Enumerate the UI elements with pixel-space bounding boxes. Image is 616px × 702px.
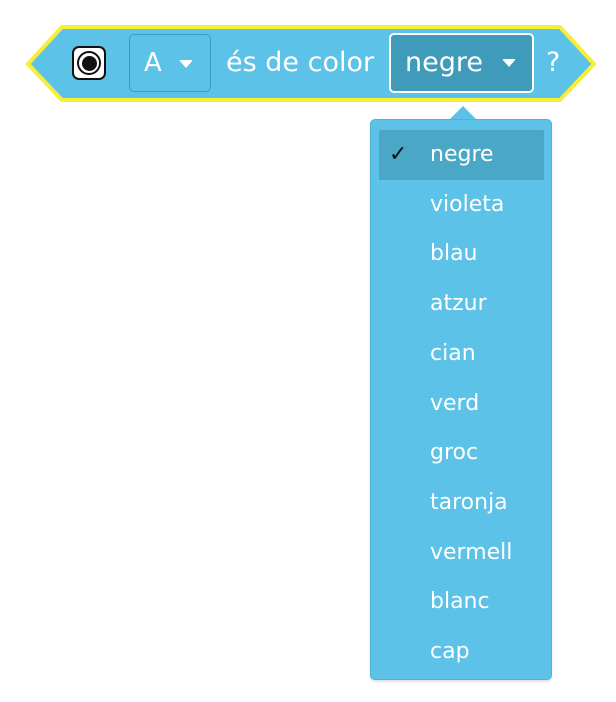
color-sensor-icon bbox=[72, 46, 106, 80]
menu-item-blau[interactable]: blau bbox=[379, 229, 544, 279]
block-label: és de color bbox=[226, 47, 375, 78]
menu-item-negre[interactable]: ✓ negre bbox=[379, 130, 544, 180]
menu-item-label: blau bbox=[430, 241, 478, 267]
menu-item-label: violeta bbox=[430, 191, 505, 217]
color-sensor-block[interactable]: A és de color negre ? bbox=[0, 22, 616, 106]
menu-item-blanc[interactable]: blanc bbox=[379, 577, 544, 627]
menu-item-groc[interactable]: groc bbox=[379, 428, 544, 478]
sensor-dot bbox=[81, 55, 97, 71]
port-value: A bbox=[144, 48, 162, 78]
menu-item-vermell[interactable]: vermell bbox=[379, 528, 544, 578]
menu-item-label: atzur bbox=[430, 291, 487, 317]
menu-item-label: taronja bbox=[430, 489, 508, 515]
color-dropdown-menu: ✓ negre violeta blau atzur cian verd groc taronj… bbox=[370, 119, 552, 680]
menu-item-label: blanc bbox=[430, 589, 490, 615]
menu-item-atzur[interactable]: atzur bbox=[379, 279, 544, 329]
chevron-down-icon bbox=[179, 60, 193, 68]
menu-item-label: cian bbox=[430, 340, 476, 366]
menu-item-label: verd bbox=[430, 390, 480, 416]
menu-item-violeta[interactable]: violeta bbox=[379, 180, 544, 230]
menu-item-label: negre bbox=[430, 142, 494, 167]
color-value: negre bbox=[405, 47, 483, 78]
color-dropdown[interactable]: negre bbox=[389, 33, 534, 93]
menu-item-verd[interactable]: verd bbox=[379, 379, 544, 429]
menu-item-label: groc bbox=[430, 440, 479, 466]
sensor-ring bbox=[77, 51, 101, 75]
menu-item-label: cap bbox=[430, 639, 470, 664]
workspace: A és de color negre ? ✓ negre violeta blau a… bbox=[0, 0, 616, 702]
port-dropdown[interactable]: A bbox=[129, 34, 211, 92]
menu-item-cian[interactable]: cian bbox=[379, 329, 544, 379]
checkmark-icon: ✓ bbox=[389, 142, 408, 167]
menu-item-cap[interactable]: cap bbox=[379, 627, 544, 677]
menu-item-taronja[interactable]: taronja bbox=[379, 478, 544, 528]
menu-item-label: vermell bbox=[430, 539, 513, 565]
question-mark: ? bbox=[546, 47, 561, 78]
chevron-down-icon bbox=[502, 59, 516, 67]
